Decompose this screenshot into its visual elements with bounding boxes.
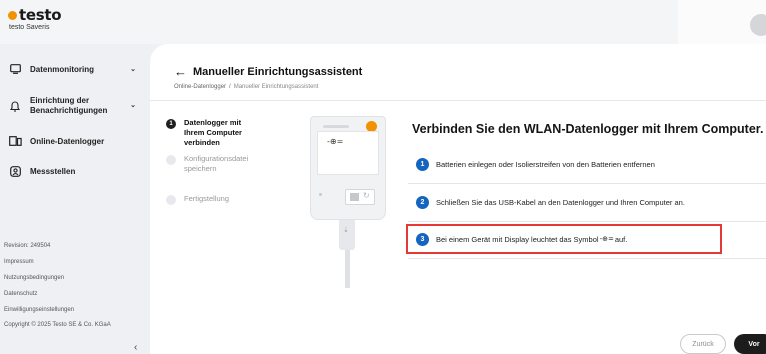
step-badge: 3 [416, 232, 429, 246]
step-badge: 1 [416, 157, 429, 171]
instruction-step-2: 2 Schließen Sie das USB-Kabel an den Dat… [412, 189, 762, 215]
collapse-sidebar-chevron-icon[interactable]: ‹ [134, 342, 137, 353]
breadcrumb-current: Manueller Einrichtungsassistent [233, 84, 319, 90]
top-bar: testo testo Saveris [0, 0, 766, 44]
device-button-square [350, 193, 359, 201]
logo-wordmark: testo [19, 6, 62, 24]
instruction-text: Batterien einlegen oder Isolierstreifen … [436, 159, 655, 169]
device-display: -⊕= [317, 131, 379, 175]
step-number: 3 [166, 195, 176, 205]
datenschutz-link[interactable]: Datenschutz [4, 286, 144, 302]
sidebar-item-label: Messstellen [30, 167, 76, 176]
breadcrumb: Online-Datenlogger / Manueller Einrichtung… [174, 84, 318, 90]
main-card: ← Manueller Einrichtungsassistent Online… [150, 44, 766, 354]
revision-text: Revision: 249504 [4, 243, 51, 249]
step-badge: 2 [416, 195, 429, 209]
sidebar-item-label: Einrichtung der Benachrichtigungen [30, 96, 108, 115]
back-button[interactable]: Zurück [680, 334, 726, 354]
breadcrumb-separator: / [229, 84, 231, 90]
data-logger-icon [8, 136, 22, 146]
sidebar: Datenmonitoring ⌄ Einrichtung der Benach… [0, 44, 148, 354]
impressum-link[interactable]: Impressum [4, 254, 144, 270]
sidebar-footer: Revision: 249504 Impressum Nutzungsbedin… [4, 238, 144, 330]
data-logger-illustration: -⊕= ↻ [310, 116, 386, 220]
instruction-step-1: 1 Batterien einlegen oder Isolierstreife… [412, 151, 762, 177]
instruction-divider [408, 258, 766, 259]
instruction-text-after: auf. [614, 234, 628, 244]
page-title: ← Manueller Einrichtungsassistent [174, 64, 362, 79]
step-label: Konfigurationsdatei speichern [184, 154, 249, 173]
instructions-title: Verbinden Sie den WLAN-Datenlogger mit I… [412, 122, 764, 136]
step-number: 1 [166, 119, 176, 129]
stepper-step-2: 2 Konfigurationsdatei speichern [166, 154, 264, 174]
monitor-icon [8, 64, 22, 74]
next-button[interactable]: Vor [734, 334, 766, 354]
instruction-divider [408, 221, 766, 222]
device-button: ↻ [345, 189, 375, 205]
usb-cable [345, 250, 350, 288]
sidebar-item-datenmonitoring[interactable]: Datenmonitoring ⌄ [8, 64, 142, 74]
device-strip [323, 125, 349, 128]
bell-icon [8, 100, 22, 112]
measuring-point-icon [8, 166, 22, 177]
breadcrumb-online-datenlogger[interactable]: Online-Datenlogger [174, 84, 226, 90]
stepper-step-3: 3 Fertigstellung [166, 194, 229, 205]
usb-icon: ⇣ [343, 227, 349, 234]
device-dot [319, 193, 322, 196]
stepper-step-1: 1 Datenlogger mit Ihrem Computer verbind… [166, 118, 256, 148]
back-arrow-icon[interactable]: ← [174, 64, 187, 79]
sidebar-item-online-datenlogger[interactable]: Online-Datenlogger [8, 136, 142, 146]
step-label: Fertigstellung [184, 194, 230, 203]
chevron-down-icon[interactable]: ⌄ [130, 101, 136, 111]
instruction-step-3: 3 Bei einem Gerät mit Display leuchtet d… [412, 226, 762, 252]
instruction-text: Schließen Sie das USB-Kabel an den Daten… [436, 197, 685, 207]
instruction-text: Bei einem Gerät mit Display leuchtet das… [436, 234, 599, 244]
step-label: Datenlogger mit Ihrem Computer verbinden [184, 118, 242, 147]
nutzungsbedingungen-link[interactable]: Nutzungsbedingungen [4, 270, 144, 286]
sidebar-item-benachrichtigungen[interactable]: Einrichtung der Benachrichtigungen ⌄ [8, 96, 142, 116]
testo-logo[interactable]: testo testo Saveris [8, 6, 62, 31]
product-name: testo Saveris [9, 24, 50, 31]
sidebar-item-label: Online-Datenlogger [30, 136, 105, 146]
page-title-text: Manueller Einrichtungsassistent [193, 65, 363, 78]
user-avatar-icon[interactable] [750, 14, 766, 36]
instruction-divider [408, 183, 766, 184]
usb-plug [339, 220, 355, 250]
connection-symbol-icon: -⊕= [327, 137, 344, 146]
header-divider [150, 100, 766, 101]
refresh-icon: ↻ [363, 191, 370, 200]
step-number: 2 [166, 155, 176, 165]
einwilligungseinstellungen-link[interactable]: Einwilligungseinstellungen [4, 302, 144, 318]
sidebar-item-messstellen[interactable]: Messstellen [8, 166, 142, 177]
copyright-text: Copyright © 2025 Testo SE & Co. KGaA [4, 322, 111, 328]
connection-symbol-icon: -⊕= [599, 235, 614, 243]
sidebar-item-label: Datenmonitoring [30, 64, 94, 74]
logo-dot-icon [8, 10, 17, 20]
chevron-down-icon[interactable]: ⌄ [130, 65, 136, 73]
